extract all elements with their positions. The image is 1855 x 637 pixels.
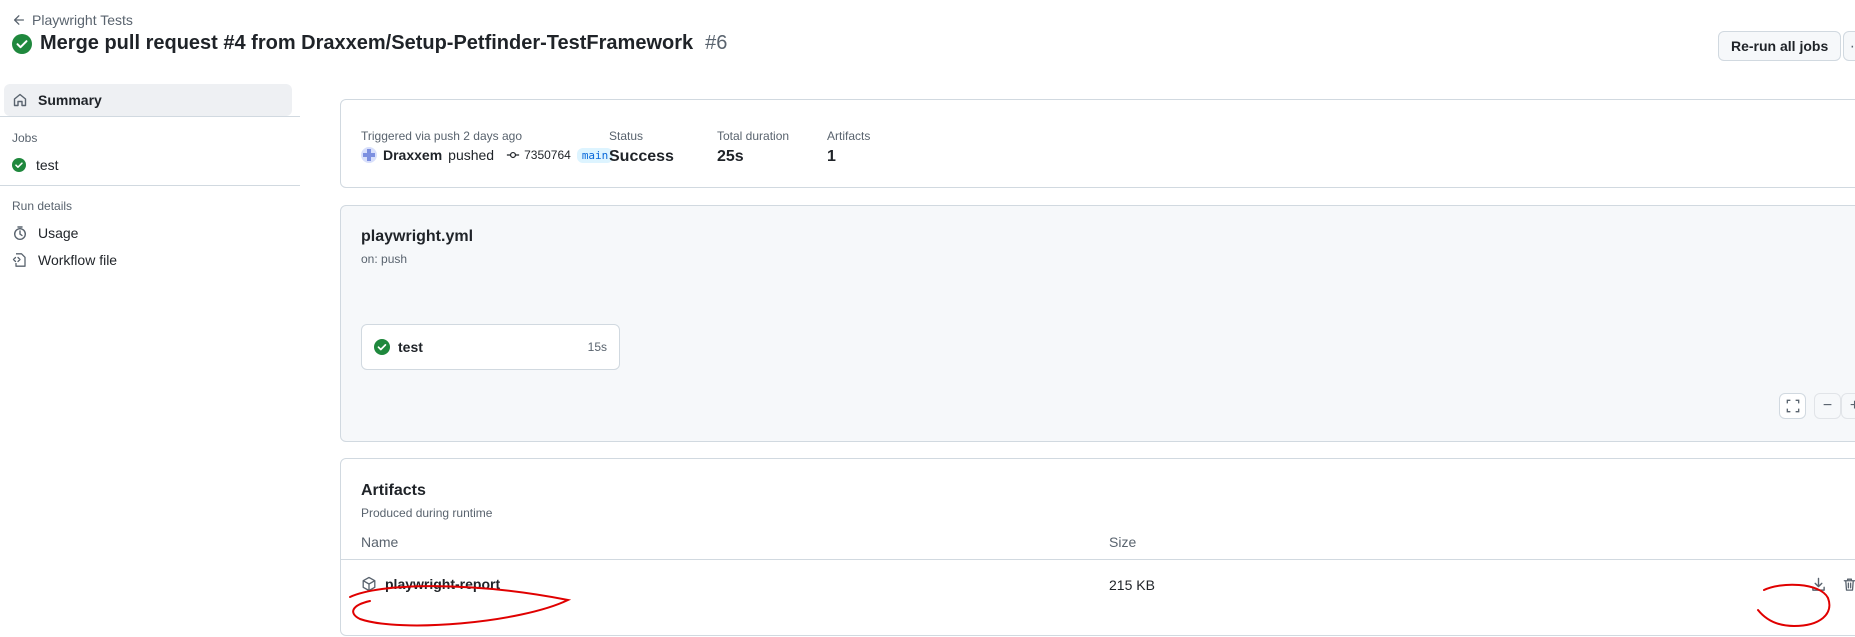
artifacts-title: Artifacts [361, 482, 426, 499]
branch-label[interactable]: main [576, 147, 614, 163]
run-summary-card: Triggered via push 2 days ago Draxxem pu… [340, 99, 1855, 188]
job-duration: 15s [587, 340, 607, 354]
more-options-button[interactable]: ⋯ [1843, 31, 1855, 61]
artifacts-subtitle: Produced during runtime [361, 506, 493, 520]
action-text: pushed [448, 147, 495, 163]
arrow-left-icon [13, 15, 25, 25]
package-icon [362, 576, 376, 592]
home-icon [13, 93, 27, 107]
actor-link[interactable]: Draxxem [383, 147, 442, 163]
page-title: Merge pull request #4 from Draxxem/Setup… [40, 32, 694, 54]
status-value: Success [609, 148, 674, 165]
sidebar-item-label: Workflow file [38, 252, 118, 268]
plus-icon: + [1849, 397, 1855, 414]
check-circle-fill-icon [374, 339, 390, 355]
delete-button[interactable] [1837, 572, 1855, 596]
check-circle-fill-icon [12, 158, 26, 172]
sidebar-item-workflow-file[interactable]: Workflow file [4, 244, 292, 276]
page-title-row: Merge pull request #4 from Draxxem/Setup… [12, 32, 727, 55]
sidebar-item-job-test[interactable]: test [4, 149, 292, 181]
fullscreen-icon [1786, 399, 1799, 413]
run-details-heading: Run details [12, 199, 73, 213]
rerun-all-jobs-button[interactable]: Re-run all jobs [1718, 31, 1842, 61]
workflow-graph-card: playwright.yml on: push test 15s − + [340, 205, 1855, 442]
download-button[interactable] [1806, 572, 1830, 596]
job-node-test[interactable]: test 15s [361, 324, 620, 370]
jobs-heading: Jobs [12, 131, 38, 145]
duration-label: Total duration [717, 129, 790, 143]
git-commit-icon [506, 151, 520, 159]
column-header-name: Name [361, 534, 399, 550]
sidebar-item-label: Summary [38, 92, 102, 108]
artifact-name: playwright-report [385, 576, 501, 592]
fullscreen-button[interactable] [1779, 393, 1806, 419]
workflow-trigger: on: push [361, 252, 408, 266]
sidebar-divider [0, 116, 300, 117]
download-icon [1811, 577, 1825, 591]
sidebar-divider [0, 185, 300, 186]
sidebar-item-label: Usage [38, 225, 79, 241]
sidebar-item-label: test [36, 157, 59, 173]
trigger-text: Triggered via push 2 days ago [361, 129, 522, 143]
trigger-row: Draxxem pushed 7350764 main [361, 147, 614, 163]
file-code-icon [12, 253, 26, 267]
minus-icon: − [1822, 397, 1833, 414]
zoom-in-button[interactable]: + [1841, 393, 1855, 419]
status-label: Status [609, 129, 644, 143]
stopwatch-icon [13, 226, 27, 241]
trash-icon [1843, 578, 1855, 591]
artifacts-count-label: Artifacts [827, 129, 871, 143]
duration-value: 25s [717, 148, 744, 165]
avatar[interactable] [361, 147, 377, 163]
run-number: #6 [705, 32, 728, 54]
workflow-file-name: playwright.yml [361, 228, 474, 245]
artifact-link[interactable]: playwright-report [361, 576, 500, 592]
job-name: test [398, 339, 423, 355]
kebab-icon: ⋯ [1850, 38, 1855, 55]
artifacts-count-value: 1 [827, 148, 836, 165]
check-circle-fill-icon [12, 33, 32, 54]
table-row: playwright-report 215 KB [341, 560, 1855, 608]
back-link-label: Playwright Tests [32, 12, 133, 28]
commit-link[interactable]: 7350764 [506, 148, 571, 162]
column-header-size: Size [1109, 534, 1137, 550]
zoom-out-button[interactable]: − [1814, 393, 1841, 419]
artifact-size: 215 KB [1109, 577, 1155, 593]
back-link[interactable]: Playwright Tests [12, 12, 133, 28]
commit-sha: 7350764 [524, 148, 571, 162]
sidebar-item-summary[interactable]: Summary [4, 84, 292, 116]
artifacts-card: Artifacts Produced during runtime Name S… [340, 458, 1855, 636]
